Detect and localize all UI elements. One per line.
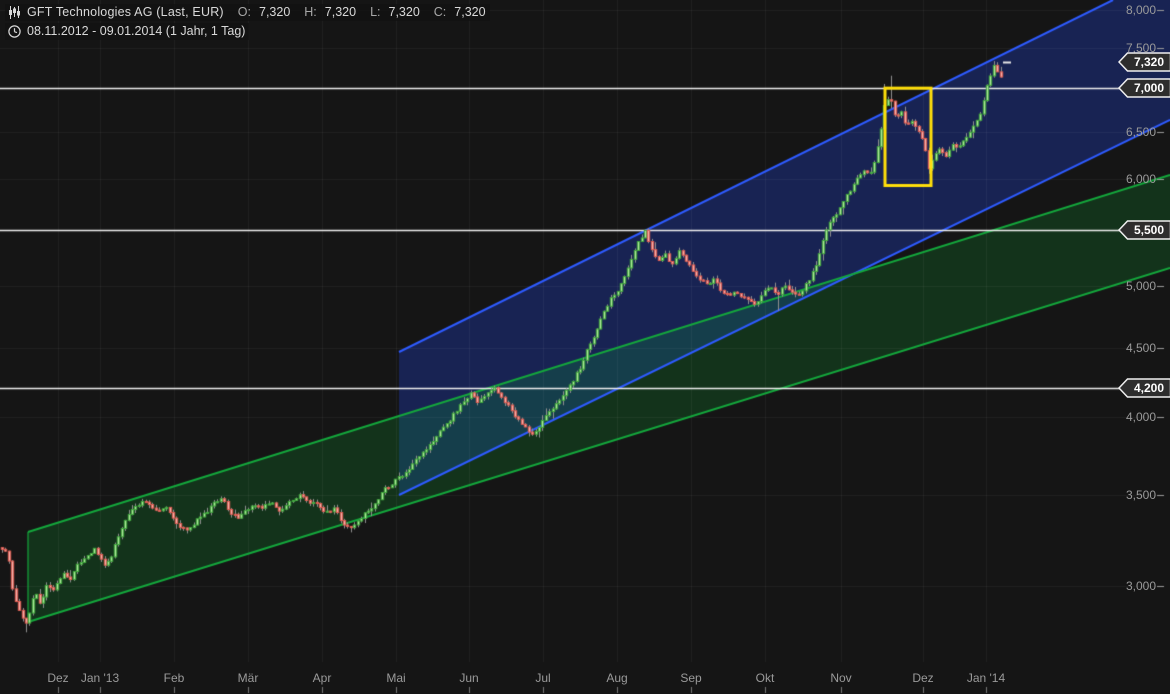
price-tag-label: 5,500 <box>1133 222 1165 237</box>
price-level-tag[interactable]: 7,000 <box>1118 78 1170 98</box>
price-level-tag[interactable]: 4,200 <box>1118 378 1170 398</box>
trading-chart-window: GFT Technologies AG (Last, EUR) O: 7,320… <box>0 0 1170 694</box>
price-level-tag[interactable]: 5,500 <box>1118 219 1170 240</box>
current-price-tag[interactable]: 7,320 <box>1118 52 1170 72</box>
price-tag-label: 7,000 <box>1133 81 1165 96</box>
price-chart-canvas[interactable] <box>0 0 1170 694</box>
price-tag-label: 7,320 <box>1133 54 1165 69</box>
price-tag-label: 4,200 <box>1133 381 1165 395</box>
